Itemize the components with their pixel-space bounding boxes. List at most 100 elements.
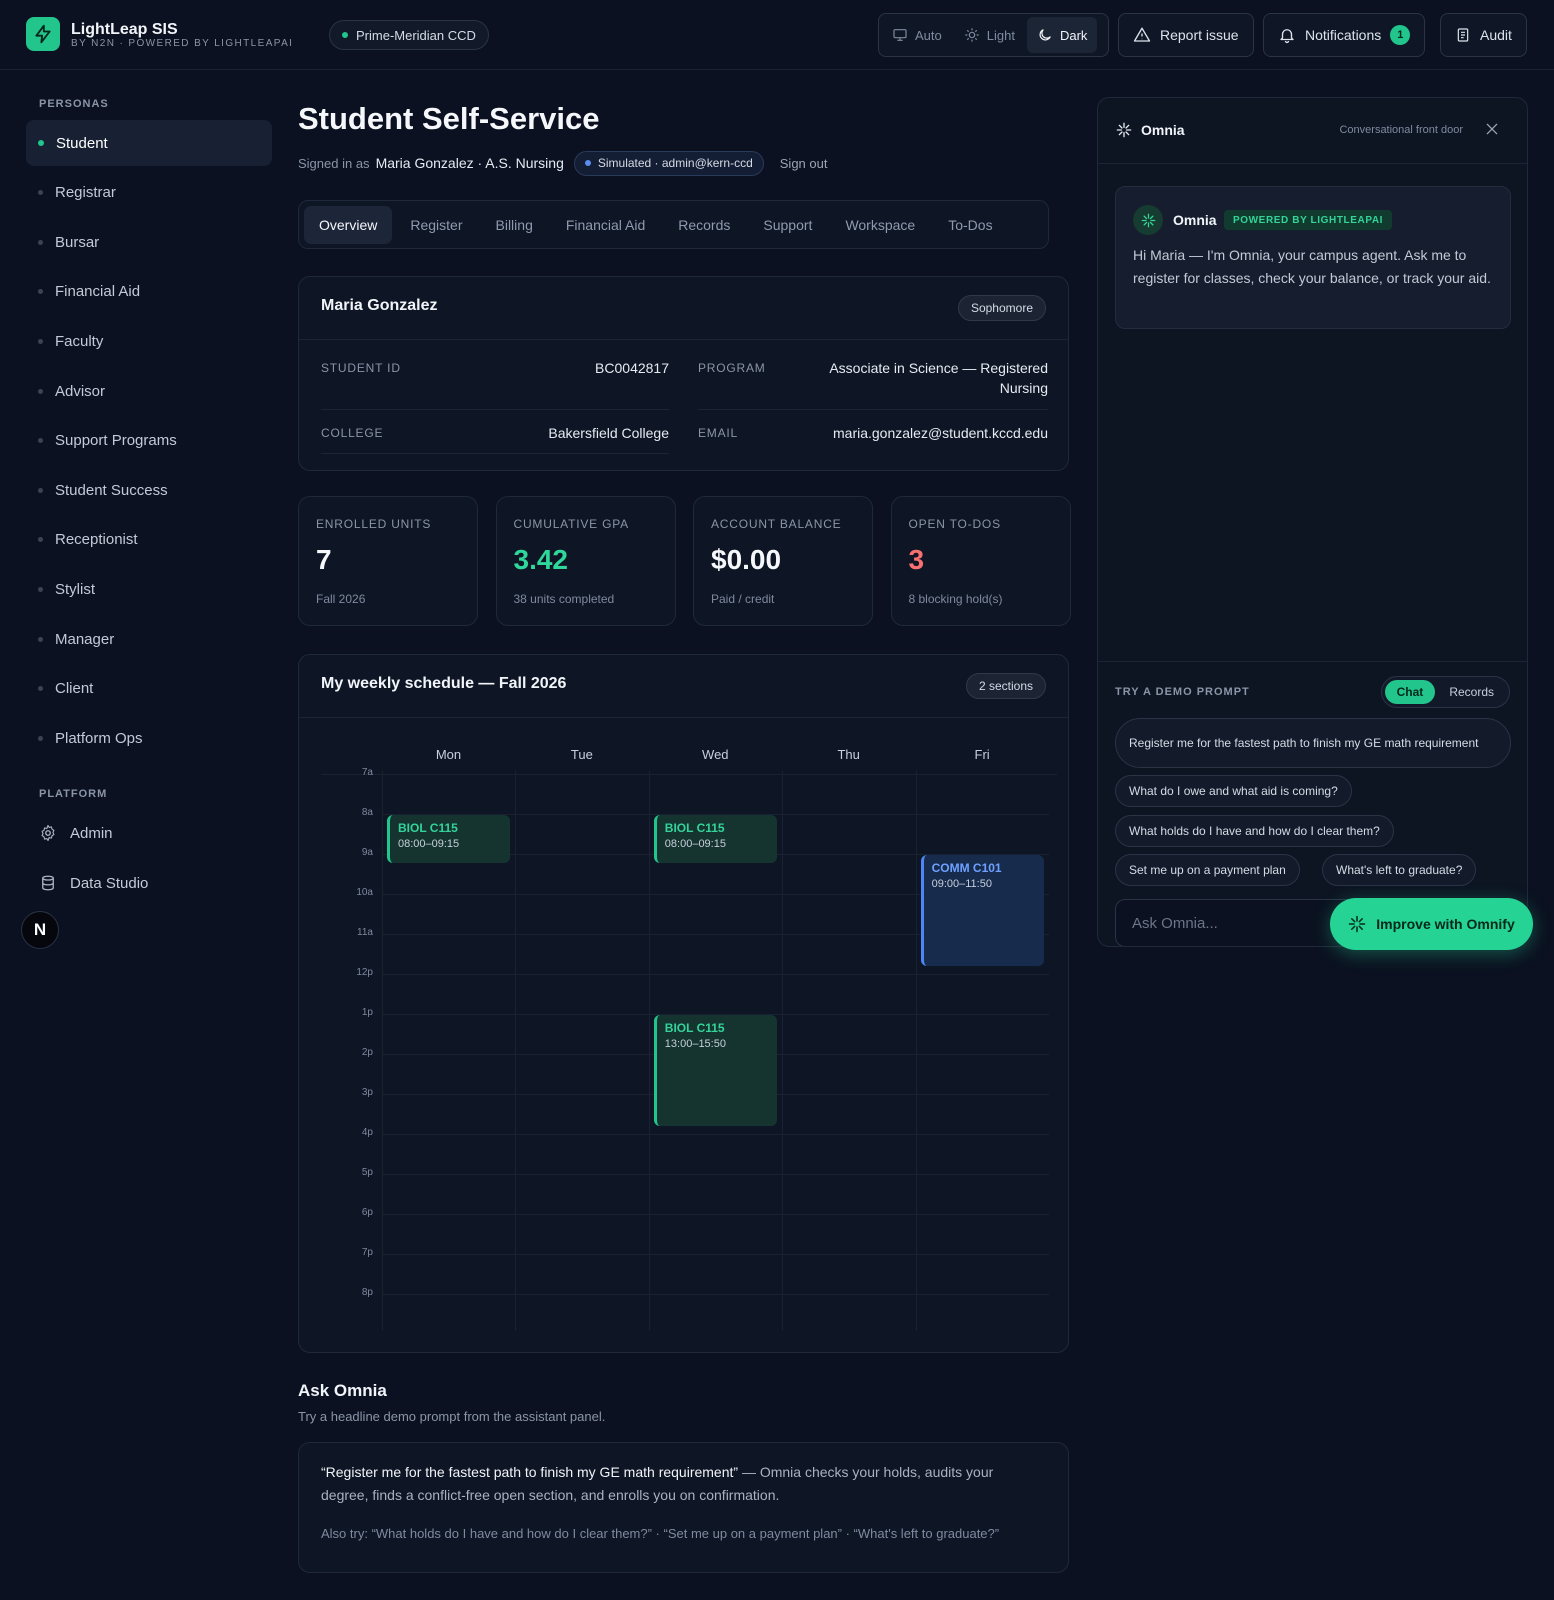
grid-hour-line [382, 1134, 1049, 1135]
sidebar-item-student[interactable]: Student [26, 120, 272, 166]
student-name: Maria Gonzalez [321, 297, 438, 314]
open-todos-card: OPEN TO-DOS 3 8 blocking hold(s) [890, 496, 1071, 626]
tab-register[interactable]: Register [395, 206, 477, 244]
bullet-dot [38, 338, 43, 344]
report-issue-button[interactable]: Report issue [1118, 13, 1254, 57]
sidebar-item-receptionist[interactable]: Receptionist [26, 517, 272, 563]
simulated-badge: Simulated · admin@kern-ccd [573, 150, 764, 176]
theme-dark-label: Dark [1059, 27, 1088, 43]
sidebar-item-label: Advisor [55, 382, 106, 400]
sidebar-item-advisor[interactable]: Advisor [26, 368, 272, 414]
bullet-dot [38, 190, 43, 196]
hour-label: 12p [356, 967, 373, 978]
theme-auto-label: Auto [915, 27, 942, 43]
tab-overview[interactable]: Overview [304, 205, 393, 244]
avatar[interactable]: N [21, 911, 59, 949]
hour-label: 5p [361, 1167, 373, 1178]
class-time: 09:00–11:50 [931, 878, 992, 890]
sidebar-item-label: Data Studio [70, 874, 149, 892]
bullet-dot [38, 239, 43, 245]
tab-records[interactable]: Records [663, 206, 745, 244]
grid-hour-line [321, 774, 1057, 775]
sidebar-item-faculty[interactable]: Faculty [26, 318, 272, 364]
sidebar-item-support-programs[interactable]: Support Programs [26, 418, 272, 464]
sidebar-item-manager[interactable]: Manager [26, 616, 272, 662]
theme-switcher: Auto Light Dark [878, 13, 1109, 57]
stat-sub: 8 blocking hold(s) [908, 592, 1003, 606]
mode-records-button[interactable]: Records [1437, 680, 1506, 704]
class-block[interactable]: BIOL C115 13:00–15:50 [653, 1015, 778, 1127]
bullet-dot [38, 636, 43, 642]
sign-out-link[interactable]: Sign out [780, 156, 828, 171]
tab-financial-aid[interactable]: Financial Aid [551, 206, 660, 244]
theme-auto-button[interactable]: Auto [882, 17, 952, 53]
tab-billing[interactable]: Billing [481, 206, 548, 244]
program-label: PROGRAM [698, 361, 766, 375]
sidebar-item-admin[interactable]: Admin [26, 810, 272, 856]
monitor-icon [893, 29, 907, 41]
bullet-dot [38, 289, 43, 295]
message-sender: Omnia [1173, 212, 1217, 228]
day-header: Tue [570, 747, 593, 762]
college-value: Bakersfield College [548, 425, 669, 441]
class-code: BIOL C115 [664, 1021, 725, 1035]
divider [321, 409, 669, 410]
district-selector[interactable]: Prime-Meridian CCD [329, 20, 489, 50]
mode-chat-button[interactable]: Chat [1384, 680, 1436, 704]
demo-prompt-chip[interactable]: What do I owe and what aid is coming? [1115, 775, 1352, 807]
class-block[interactable]: BIOL C115 08:00–09:15 [653, 815, 778, 863]
signed-in-row: Signed in as Maria Gonzalez · A.S. Nursi… [298, 150, 827, 176]
tab-to-dos[interactable]: To-Dos [933, 206, 1007, 244]
sidebar-item-data-studio[interactable]: Data Studio [26, 860, 272, 906]
grid-hour-line [382, 974, 1049, 975]
theme-light-button[interactable]: Light [954, 17, 1025, 53]
demo-prompt-chip[interactable]: What holds do I have and how do I clear … [1115, 815, 1394, 847]
hour-label: 6p [361, 1207, 373, 1218]
demo-prompt-chip[interactable]: What's left to graduate? [1322, 854, 1477, 886]
class-code: COMM C101 [931, 861, 1002, 875]
sidebar-item-platform-ops[interactable]: Platform Ops [26, 715, 272, 761]
sidebar-item-financial-aid[interactable]: Financial Aid [26, 269, 272, 315]
bolt-logo-icon[interactable] [26, 17, 60, 51]
sidebar-item-student-success[interactable]: Student Success [26, 467, 272, 513]
program-value: Associate in Science — Registered Nursin… [829, 360, 1048, 396]
demo-prompt-chip[interactable]: Set me up on a payment plan [1115, 854, 1300, 886]
day-header: Mon [435, 747, 462, 762]
sidebar-item-label: Client [55, 680, 94, 698]
sidebar-item-label: Receptionist [55, 531, 138, 549]
grid-column-line [782, 771, 784, 1331]
sidebar-item-label: Admin [70, 824, 113, 842]
student-id-value: BC0042817 [595, 360, 669, 376]
profile-card: Maria Gonzalez Sophomore STUDENT ID BC00… [298, 276, 1069, 471]
audit-button[interactable]: Audit [1440, 13, 1527, 57]
schedule-card: My weekly schedule — Fall 2026 2 section… [298, 654, 1069, 1353]
improve-with-omnify-button[interactable]: Improve with Omnify [1330, 898, 1533, 950]
sidebar-item-client[interactable]: Client [26, 666, 272, 712]
assistant-message: Omnia POWERED BY LIGHTLEAPAI Hi Maria — … [1115, 186, 1511, 329]
signed-in-prefix: Signed in as [298, 155, 370, 171]
class-block[interactable]: BIOL C115 08:00–09:15 [387, 815, 511, 863]
sidebar-item-label: Stylist [55, 580, 96, 598]
sidebar-item-bursar[interactable]: Bursar [26, 219, 272, 265]
demo-prompt-chip[interactable]: Register me for the fastest path to fini… [1115, 718, 1511, 768]
grid-hour-line [382, 1254, 1049, 1255]
divider [698, 409, 1048, 410]
email-label: EMAIL [698, 426, 739, 440]
brand-name: LightLeap SIS [71, 21, 178, 38]
sidebar-item-label: Student [56, 134, 108, 152]
notifications-button[interactable]: Notifications 1 [1263, 13, 1426, 57]
headline-prompt[interactable]: “Register me for the fastest path to fin… [321, 1464, 738, 1480]
close-icon[interactable] [1485, 122, 1499, 139]
theme-dark-button[interactable]: Dark [1026, 17, 1098, 53]
panel-title: Omnia [1141, 122, 1185, 138]
sidebar-item-registrar[interactable]: Registrar [26, 170, 272, 216]
stat-sub: Fall 2026 [316, 592, 366, 606]
tab-support[interactable]: Support [748, 206, 827, 244]
divider [321, 453, 669, 454]
ask-omnia-card: “Register me for the fastest path to fin… [298, 1442, 1069, 1573]
tab-workspace[interactable]: Workspace [830, 206, 930, 244]
class-block[interactable]: COMM C101 09:00–11:50 [920, 855, 1044, 967]
audit-label: Audit [1480, 27, 1512, 43]
bullet-dot [38, 388, 43, 394]
sidebar-item-stylist[interactable]: Stylist [26, 566, 272, 612]
